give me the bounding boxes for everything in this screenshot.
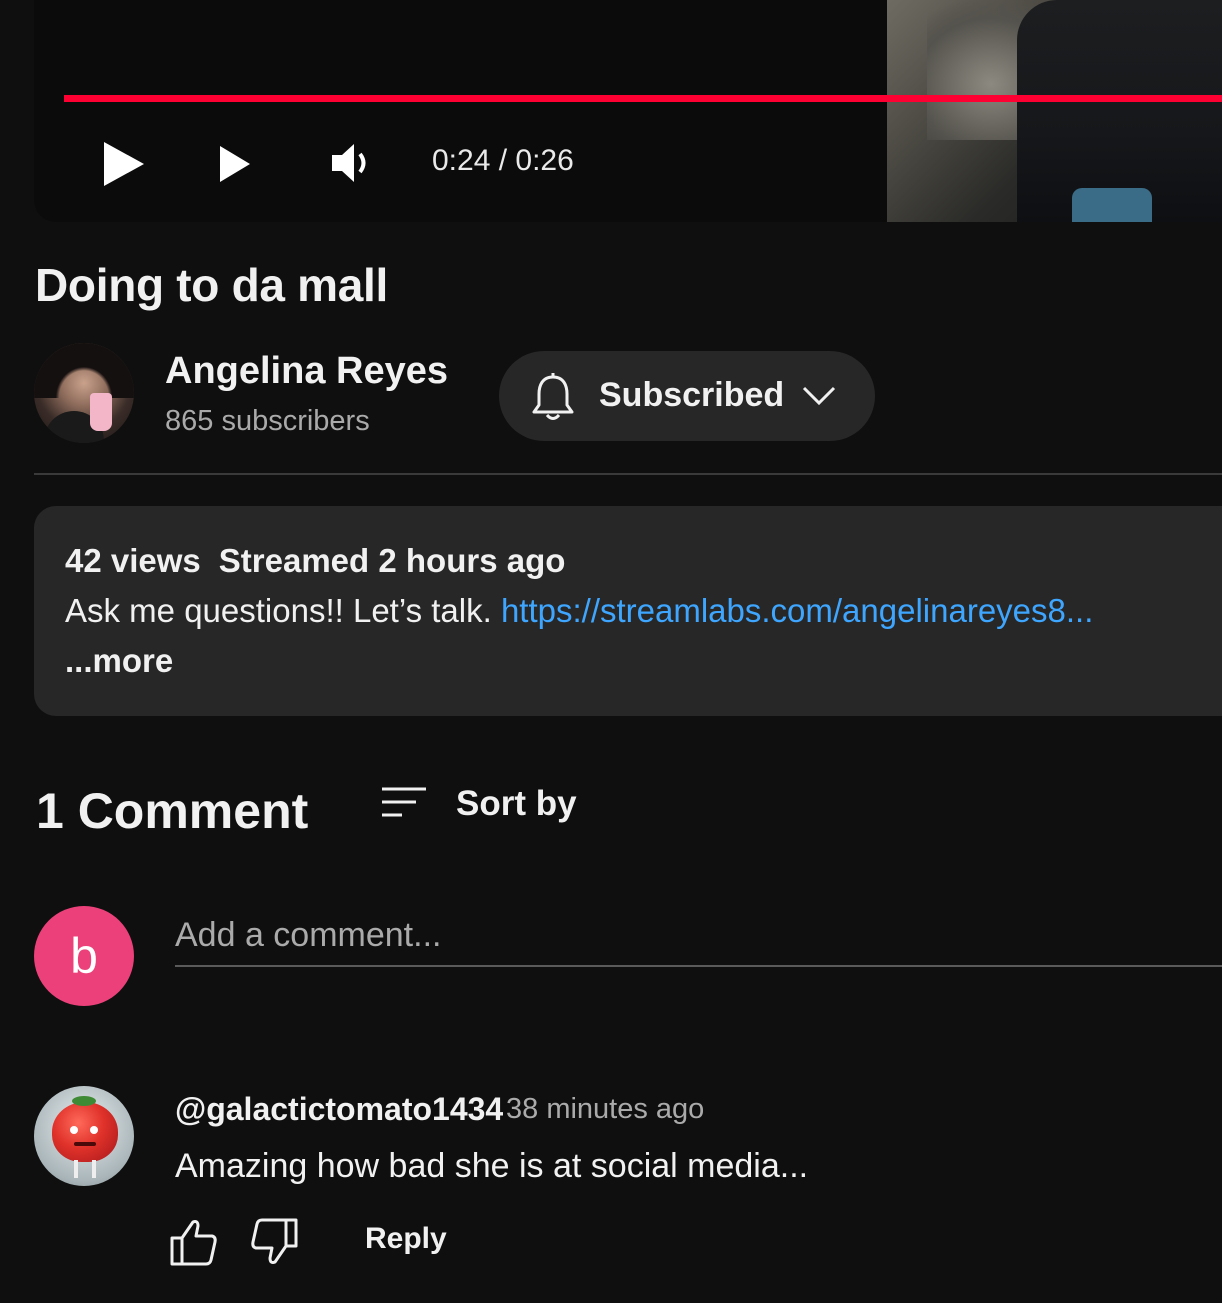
skip-next-icon[interactable] (216, 140, 264, 188)
tomato-leg (92, 1160, 96, 1178)
sort-icon (382, 787, 426, 817)
bell-icon (532, 373, 574, 420)
reply-button[interactable]: Reply (365, 1222, 447, 1256)
description-meta: 42 views Streamed 2 hours ago (65, 542, 565, 580)
subscribed-button[interactable]: Subscribed (499, 351, 875, 441)
description-body: Ask me questions!! Let’s talk. (65, 592, 492, 629)
channel-avatar[interactable] (34, 343, 134, 443)
volume-icon[interactable] (330, 140, 370, 186)
tomato-eye (90, 1126, 98, 1134)
tomato-eye (70, 1126, 78, 1134)
commenter-avatar[interactable] (34, 1086, 134, 1186)
sort-by-button[interactable]: Sort by (378, 782, 588, 830)
channel-name[interactable]: Angelina Reyes (165, 350, 448, 393)
description-box[interactable]: 42 views Streamed 2 hours ago Ask me ques… (34, 506, 1222, 716)
comment-text: Amazing how bad she is at social media..… (175, 1147, 809, 1185)
more-button[interactable]: ...more (65, 642, 173, 680)
video-title: Doing to da mall (35, 259, 388, 311)
comment-time[interactable]: 38 minutes ago (506, 1093, 704, 1126)
like-icon[interactable] (168, 1216, 220, 1268)
stream-date: Streamed 2 hours ago (218, 542, 566, 579)
user-avatar[interactable]: b (34, 906, 134, 1006)
tomato-leaf (72, 1096, 96, 1106)
watch-page: 0:24 / 0:26 Doing to da mall Angelina Re… (0, 0, 1222, 1303)
divider (34, 473, 1222, 475)
tomato-mouth (74, 1142, 96, 1146)
progress-bar[interactable] (64, 95, 1222, 102)
chevron-down-icon (802, 386, 836, 406)
subscribed-label: Subscribed (599, 376, 785, 414)
avatar-cup (90, 393, 112, 431)
dislike-icon[interactable] (248, 1216, 300, 1268)
comments-count: 1 Comment (36, 783, 309, 839)
view-count: 42 views (65, 542, 201, 579)
add-comment-input[interactable] (175, 905, 1222, 967)
avatar-hair (34, 343, 134, 398)
comment-author[interactable]: @galactictomato1434 (175, 1091, 503, 1128)
subscriber-count: 865 subscribers (165, 405, 370, 437)
tomato-leg (74, 1160, 78, 1178)
description-link[interactable]: https://streamlabs.com/angelinareyes8... (501, 592, 1093, 629)
frame-object (1072, 188, 1152, 222)
description-text: Ask me questions!! Let’s talk. https://s… (65, 592, 1093, 630)
play-icon[interactable] (100, 138, 148, 190)
video-frame (887, 0, 1222, 222)
video-player[interactable]: 0:24 / 0:26 (34, 0, 1222, 222)
sort-by-label: Sort by (456, 784, 577, 823)
tomato-body (52, 1102, 118, 1162)
time-readout: 0:24 / 0:26 (432, 144, 574, 177)
